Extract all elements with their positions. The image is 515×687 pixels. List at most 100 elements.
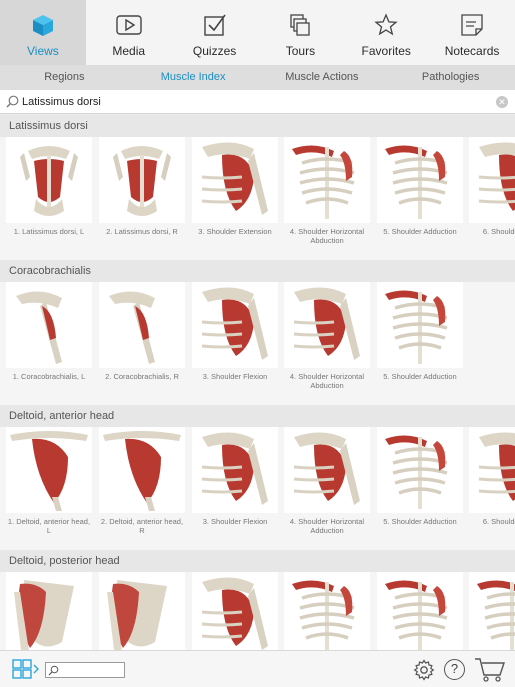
- thumbnail-caption: 4. Shoulder Horizontal Adduction: [289, 517, 365, 535]
- view-thumbnail[interactable]: 2. Coracobrachialis, R: [99, 282, 185, 381]
- view-thumbnail[interactable]: 5. Shoulder Adduction: [377, 282, 463, 381]
- section-coracobrachialis: Coracobrachialis 1. Coracobrachialis, L 2.…: [0, 260, 515, 405]
- anatomy-image: [99, 137, 185, 223]
- thumbnail-row: 1. Deltoid, anterior head, L 2. Deltoid, …: [0, 427, 515, 550]
- anatomy-image: [192, 137, 278, 223]
- thumbnail-caption: 6. Shoulder Rotat: [482, 227, 515, 236]
- thumbnail-row: [0, 572, 515, 650]
- subtab-regions[interactable]: Regions: [0, 66, 129, 90]
- tab-tours[interactable]: Tours: [257, 0, 343, 65]
- thumbnail-caption: 5. Shoulder Adduction: [383, 227, 457, 236]
- clear-search-icon[interactable]: ✕: [496, 96, 508, 108]
- view-thumbnail[interactable]: 5. Shoulder Adduction: [377, 427, 463, 526]
- anatomy-image: [6, 427, 92, 513]
- subtab-muscle-actions[interactable]: Muscle Actions: [258, 66, 387, 90]
- top-tab-bar: Views Media Quizzes Tours Favorites Note…: [0, 0, 515, 66]
- thumbnail-caption: 5. Shoulder Adduction: [383, 517, 457, 526]
- view-thumbnail[interactable]: 4. Shoulder Horizontal Adduction: [284, 427, 370, 535]
- thumbnail-caption: 4. Shoulder Horizontal Abduction: [289, 227, 365, 245]
- subtab-muscle-index[interactable]: Muscle Index: [129, 66, 258, 90]
- view-thumbnail[interactable]: 6. Shoulder Rotat: [469, 427, 515, 526]
- view-thumbnail[interactable]: 1. Latissimus dorsi, L: [6, 137, 92, 236]
- section-title: Deltoid, posterior head: [0, 550, 515, 572]
- play-icon: [116, 12, 142, 38]
- thumbnail-caption: 1. Coracobrachialis, L: [12, 372, 86, 381]
- tab-notecards[interactable]: Notecards: [429, 0, 515, 65]
- subtab-pathologies[interactable]: Pathologies: [386, 66, 515, 90]
- tab-favorites[interactable]: Favorites: [343, 0, 429, 65]
- cart-icon[interactable]: [474, 657, 506, 687]
- section-title: Deltoid, anterior head: [0, 405, 515, 427]
- thumbnail-caption: 2. Deltoid, anterior head, R: [100, 517, 184, 535]
- anatomy-image: [469, 427, 515, 513]
- anatomy-image: [284, 427, 370, 513]
- thumbnail-caption: 2. Coracobrachialis, R: [105, 372, 179, 381]
- anatomy-image: [377, 427, 463, 513]
- tab-views[interactable]: Views: [0, 0, 86, 65]
- anatomy-image: [6, 282, 92, 368]
- view-thumbnail[interactable]: [99, 572, 185, 650]
- view-thumbnail[interactable]: 3. Shoulder Flexion: [192, 427, 278, 526]
- checkbox-icon: [202, 12, 228, 38]
- app-window: { "nav": { "tabs": [ {"label": "Views", …: [0, 0, 515, 687]
- view-thumbnail[interactable]: 2. Deltoid, anterior head, R: [99, 427, 185, 535]
- search-input[interactable]: [22, 93, 482, 111]
- view-thumbnail[interactable]: 4. Shoulder Horizontal Abduction: [284, 137, 370, 245]
- view-thumbnail[interactable]: 3. Shoulder Flexion: [192, 282, 278, 381]
- tab-label: Quizzes: [192, 44, 237, 58]
- anatomy-image: [469, 137, 515, 223]
- thumbnail-caption: 6. Shoulder Rotat: [482, 517, 515, 526]
- thumbnail-row: 1. Latissimus dorsi, L 2. Latissimus dors…: [0, 137, 515, 260]
- anatomy-image: [99, 282, 185, 368]
- thumbnail-caption: 3. Shoulder Flexion: [202, 517, 268, 526]
- tab-label: Tours: [285, 44, 316, 58]
- view-thumbnail[interactable]: [6, 572, 92, 650]
- gear-icon[interactable]: [413, 659, 435, 686]
- anatomy-image: [192, 282, 278, 368]
- anatomy-image: [6, 137, 92, 223]
- section-deltoid-posterior-head: Deltoid, posterior head: [0, 550, 515, 650]
- tab-media[interactable]: Media: [86, 0, 172, 65]
- bottom-search-field[interactable]: [45, 662, 125, 678]
- view-thumbnail[interactable]: 4. Shoulder Horizontal Abduction: [284, 282, 370, 390]
- muscle-index-list: Latissimus dorsi 1. Latissimus dorsi, L 2.…: [0, 115, 515, 650]
- view-thumbnail[interactable]: [377, 572, 463, 650]
- tab-label: Notecards: [444, 44, 500, 58]
- tab-label: Favorites: [361, 44, 411, 58]
- anatomy-image: [377, 572, 463, 650]
- view-thumbnail[interactable]: [469, 572, 515, 650]
- anatomy-image: [284, 282, 370, 368]
- view-thumbnail[interactable]: [192, 572, 278, 650]
- section-latissimus-dorsi: Latissimus dorsi 1. Latissimus dorsi, L 2.…: [0, 115, 515, 260]
- tab-quizzes[interactable]: Quizzes: [172, 0, 258, 65]
- tab-label: Media: [112, 44, 146, 58]
- view-thumbnail[interactable]: 2. Latissimus dorsi, R: [99, 137, 185, 236]
- sub-tab-bar: Regions Muscle Index Muscle Actions Path…: [0, 66, 515, 90]
- search-icon: [6, 95, 19, 113]
- thumbnail-caption: 2. Latissimus dorsi, R: [106, 227, 178, 236]
- search-icon: [48, 665, 59, 676]
- thumbnail-caption: 5. Shoulder Adduction: [383, 372, 457, 381]
- tab-label: Views: [27, 44, 59, 58]
- anatomy-image: [99, 572, 185, 650]
- view-thumbnail[interactable]: 5. Shoulder Adduction: [377, 137, 463, 236]
- help-icon[interactable]: ?: [444, 659, 465, 680]
- anatomy-image: [6, 572, 92, 650]
- star-icon: [373, 12, 399, 38]
- search-bar: ✕: [0, 90, 515, 114]
- anatomy-image: [377, 137, 463, 223]
- view-thumbnail[interactable]: 3. Shoulder Extension: [192, 137, 278, 236]
- view-thumbnail[interactable]: 1. Deltoid, anterior head, L: [6, 427, 92, 535]
- anatomy-image: [469, 572, 515, 650]
- view-thumbnail[interactable]: [284, 572, 370, 650]
- anatomy-image: [284, 137, 370, 223]
- section-deltoid-anterior-head: Deltoid, anterior head 1. Deltoid, anteri…: [0, 405, 515, 550]
- view-thumbnail[interactable]: 6. Shoulder Rotat: [469, 137, 515, 236]
- thumbnail-caption: 3. Shoulder Extension: [198, 227, 272, 236]
- anatomy-image: [284, 572, 370, 650]
- grid-icon[interactable]: [12, 659, 40, 686]
- section-title: Coracobrachialis: [0, 260, 515, 282]
- thumbnail-row: 1. Coracobrachialis, L 2. Coracobrachiali…: [0, 282, 515, 405]
- view-thumbnail[interactable]: 1. Coracobrachialis, L: [6, 282, 92, 381]
- bottom-toolbar: ?: [0, 650, 515, 687]
